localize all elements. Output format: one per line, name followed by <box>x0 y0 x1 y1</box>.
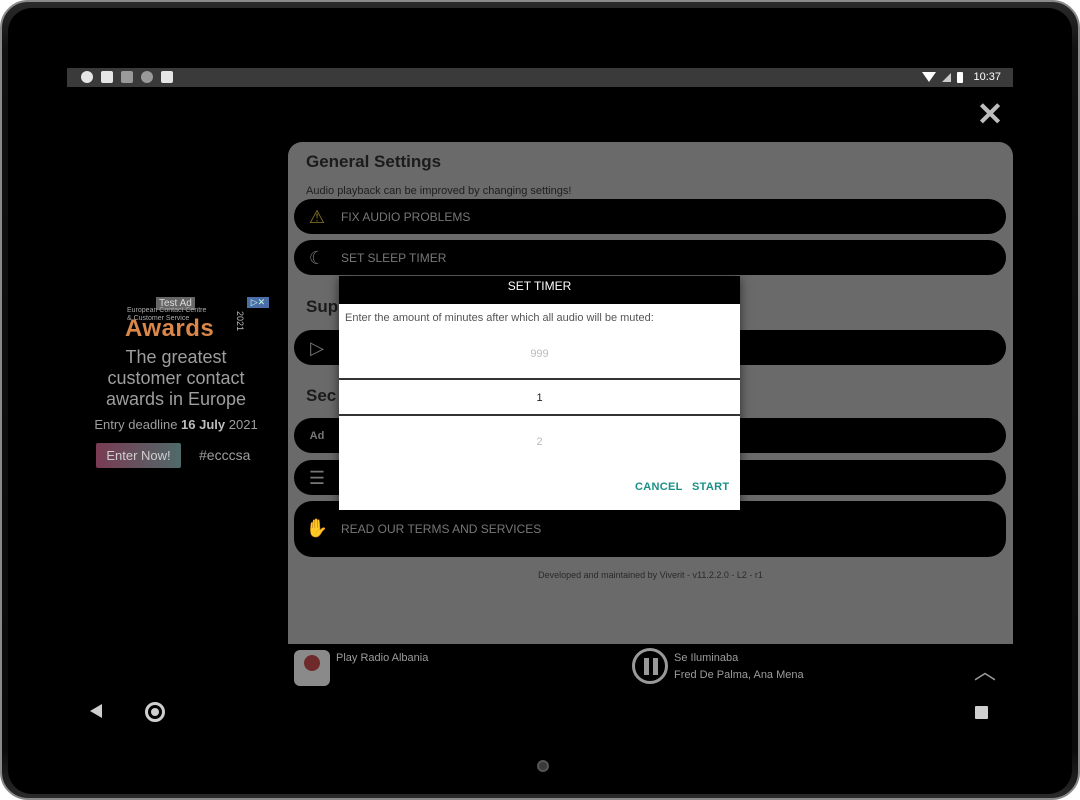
app-notification-icon <box>81 71 93 83</box>
terms-label: READ OUR TERMS AND SERVICES <box>341 522 542 536</box>
ad-deadline-prefix: Entry deadline <box>94 417 182 432</box>
dialog-message: Enter the amount of minutes after which … <box>345 312 654 324</box>
clock: 10:37 <box>973 71 1001 83</box>
recents-icon[interactable] <box>975 706 988 719</box>
track-artist: Fred De Palma, Ana Mena <box>674 669 804 681</box>
chevron-up-icon[interactable]: ︿ <box>974 654 996 686</box>
status-bar: 10:37 <box>67 68 1013 87</box>
picker-next-value[interactable]: 2 <box>339 436 740 448</box>
ad-year: 2021 <box>235 311 245 332</box>
panel-title: General Settings <box>306 152 442 171</box>
station-logo <box>294 650 330 686</box>
picker-divider-bottom <box>339 414 740 416</box>
fix-audio-button[interactable]: ⚠ FIX AUDIO PROBLEMS <box>294 199 1006 234</box>
fix-audio-label: FIX AUDIO PROBLEMS <box>341 210 471 224</box>
wifi-icon <box>922 72 937 82</box>
ad-org-line1: European Contact Centre <box>127 307 207 314</box>
dialog-title: SET TIMER <box>339 276 740 304</box>
picker-selected-value[interactable]: 1 <box>339 392 740 404</box>
ad-deadline-year: 2021 <box>225 417 258 432</box>
navigation-bar <box>67 692 1013 734</box>
sleep-timer-label: SET SLEEP TIMER <box>341 251 447 265</box>
sleep-moon-icon: ☾ <box>308 248 326 268</box>
screen: 10:37 ✕ Test Ad ▷✕ European Contact Cent… <box>67 68 1013 734</box>
ad-cta-button[interactable]: Enter Now! <box>96 443 181 468</box>
a-notification-icon <box>101 71 113 83</box>
warning-icon: ⚠ <box>308 207 326 227</box>
camera-icon <box>537 760 549 772</box>
record-icon <box>141 71 153 83</box>
ad-icon: Ad <box>309 430 325 442</box>
start-button[interactable]: START <box>692 481 729 493</box>
support-section-heading: Sup <box>306 297 339 316</box>
home-icon[interactable] <box>145 702 165 722</box>
close-icon[interactable]: ✕ <box>975 98 1005 130</box>
handshake-icon: ✋ <box>305 518 329 538</box>
signal-icon <box>942 72 952 82</box>
ad-brand: Awards <box>125 315 215 342</box>
sleep-timer-button[interactable]: ☾ SET SLEEP TIMER <box>294 240 1006 275</box>
play-store-icon: ▷ <box>310 338 324 358</box>
ad-deadline-date: 16 July <box>181 417 226 432</box>
set-timer-dialog: SET TIMER Enter the amount of minutes af… <box>339 276 740 510</box>
clipboard-icon: ☰ <box>308 468 326 488</box>
ad-headline: The greatest customer contact awards in … <box>105 347 247 409</box>
player-bar[interactable]: Play Radio Albania Se Iluminaba Fred De … <box>288 644 1013 692</box>
track-title: Se Iluminaba <box>674 652 739 664</box>
cancel-button[interactable]: CANCEL <box>635 481 683 493</box>
station-name: Play Radio Albania <box>336 652 429 664</box>
system-icons: 10:37 <box>922 71 1001 83</box>
panel-subtitle: Audio playback can be improved by changi… <box>306 185 572 197</box>
battery-icon <box>957 71 964 83</box>
sd-card-icon <box>161 71 173 83</box>
security-section-heading: Sec <box>306 386 337 405</box>
ad-hashtag: #ecccsa <box>199 447 251 463</box>
ad-choices-icon[interactable]: ▷✕ <box>247 297 269 308</box>
ad-deadline: Entry deadline 16 July 2021 <box>89 417 263 432</box>
picker-divider-top <box>339 378 740 380</box>
notification-icons <box>81 71 173 83</box>
developer-note: Developed and maintained by Viverit - v1… <box>538 570 763 580</box>
pause-icon[interactable] <box>632 648 668 684</box>
picker-previous-value[interactable]: 999 <box>339 348 740 360</box>
back-icon[interactable] <box>90 704 102 718</box>
ad-banner[interactable]: Test Ad ▷✕ European Contact Centre & Cus… <box>89 297 273 477</box>
equalizer-icon <box>121 71 133 83</box>
